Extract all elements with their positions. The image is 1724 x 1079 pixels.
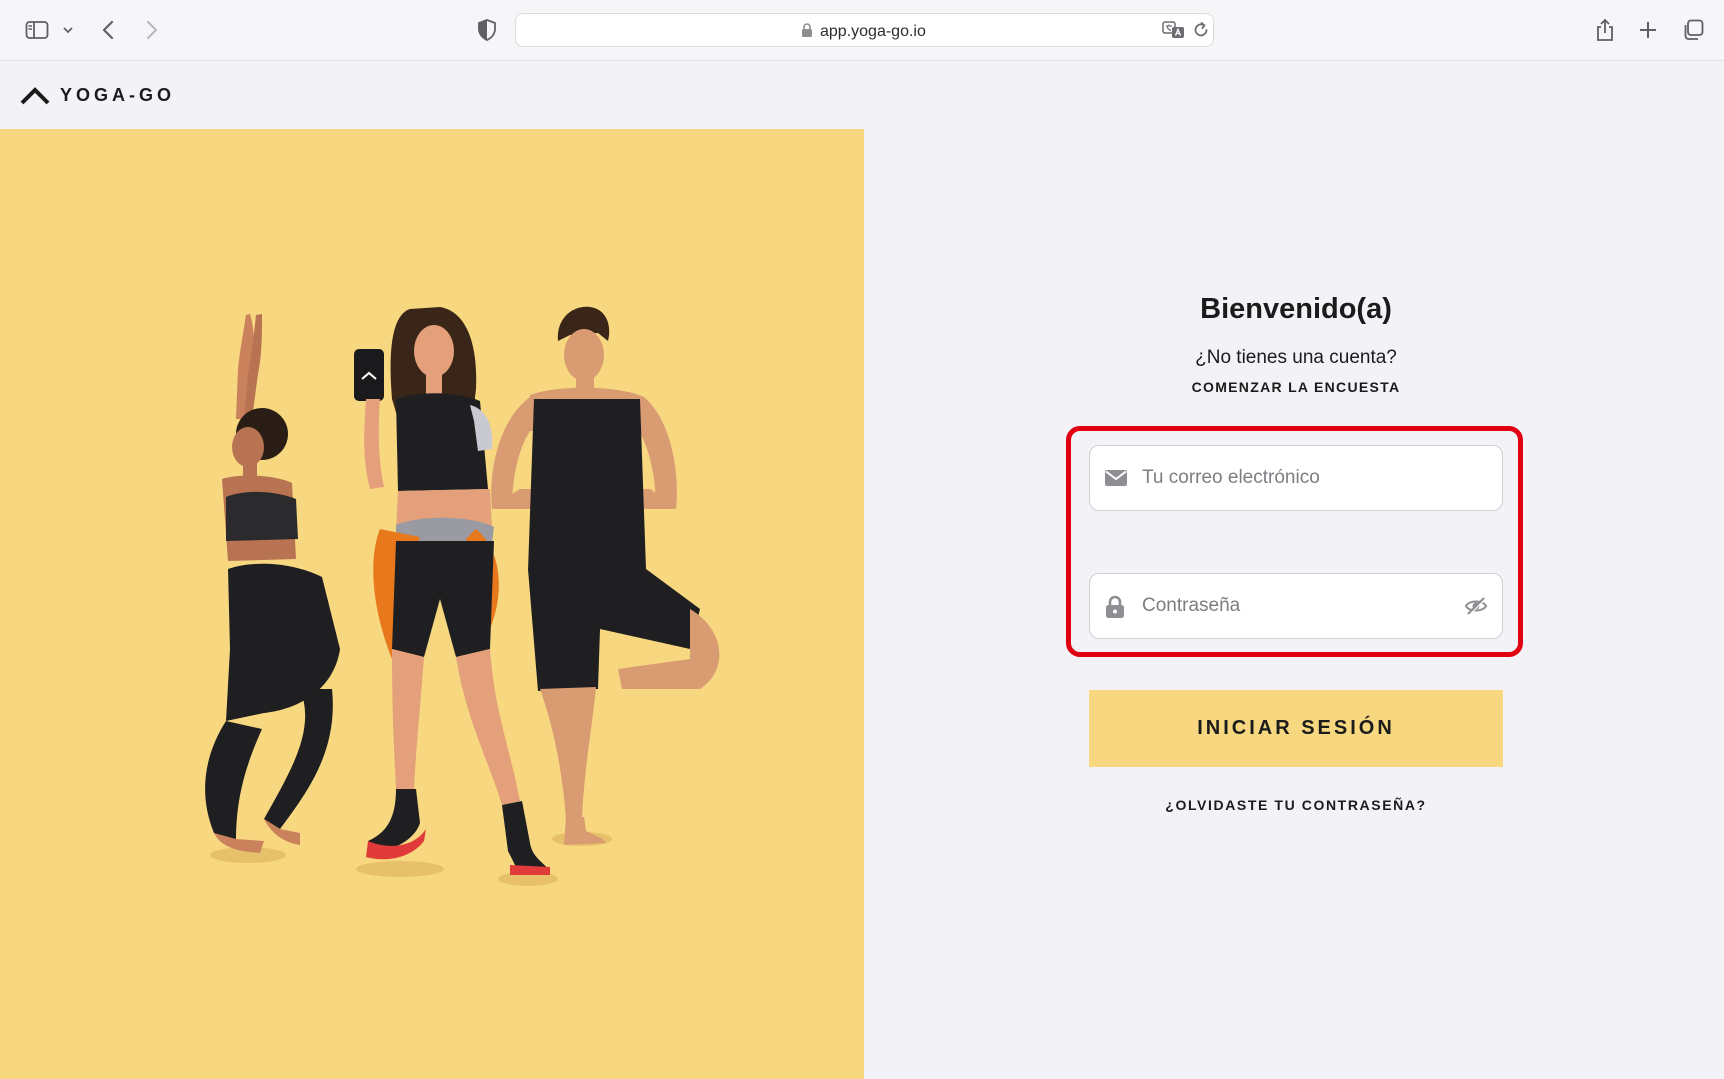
password-field[interactable]: [1089, 573, 1503, 639]
eye-slash-icon[interactable]: [1464, 595, 1488, 622]
login-button[interactable]: INICIAR SESIÓN: [1089, 690, 1503, 767]
chevron-down-icon[interactable]: [60, 14, 76, 46]
translate-icon[interactable]: [1162, 20, 1186, 45]
login-panel: Bienvenido(a) ¿No tienes una cuenta? COM…: [864, 129, 1724, 1079]
plus-icon[interactable]: [1636, 14, 1660, 46]
password-input[interactable]: [1142, 574, 1462, 638]
sidebar-icon[interactable]: [22, 14, 52, 46]
envelope-icon: [1104, 467, 1128, 494]
man-right-figure: [491, 306, 720, 846]
site-header: YOGA-GO: [0, 61, 1724, 129]
no-account-text: ¿No tienes una cuenta?: [1195, 347, 1397, 368]
forward-icon[interactable]: [142, 14, 162, 46]
woman-left-figure: [205, 314, 340, 863]
lock-icon: [1104, 595, 1126, 624]
forgot-password-link[interactable]: ¿OLVIDASTE TU CONTRASEÑA?: [864, 797, 1724, 813]
start-survey-link[interactable]: COMENZAR LA ENCUESTA: [864, 379, 1724, 395]
logo-chevron-icon: [20, 86, 50, 104]
back-icon[interactable]: [98, 14, 118, 46]
logo[interactable]: YOGA-GO: [20, 85, 175, 106]
lock-icon: [801, 23, 813, 43]
tabs-icon[interactable]: [1680, 14, 1706, 46]
shield-icon[interactable]: [476, 14, 498, 46]
woman-middle-figure: [354, 307, 558, 886]
email-input[interactable]: [1142, 446, 1462, 510]
logo-text: YOGA-GO: [60, 85, 176, 105]
hero-illustration: [0, 129, 864, 1079]
url-text: app.yoga-go.io: [820, 23, 926, 40]
address-bar[interactable]: app.yoga-go.io: [515, 13, 1214, 47]
share-icon[interactable]: [1593, 14, 1617, 46]
email-field[interactable]: [1089, 445, 1503, 511]
reload-icon[interactable]: [1192, 21, 1210, 44]
yoga-people-illustration: [205, 306, 720, 886]
page-title: Bienvenido(a): [1200, 293, 1392, 325]
browser-toolbar: app.yoga-go.io: [0, 0, 1724, 61]
